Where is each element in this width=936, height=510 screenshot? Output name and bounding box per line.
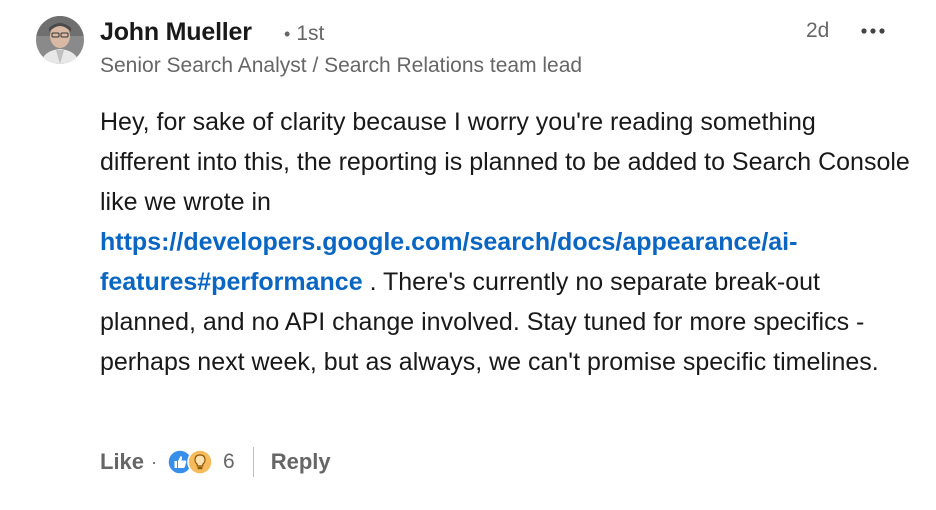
reaction-count[interactable]: 6: [223, 450, 235, 474]
author-avatar[interactable]: [36, 16, 84, 64]
comment-body: Hey, for sake of clarity because I worry…: [100, 102, 910, 382]
comment-text-before-link: Hey, for sake of clarity because I worry…: [100, 108, 910, 216]
comment-timestamp: 2d: [806, 19, 830, 42]
action-separator: ·: [151, 451, 158, 472]
actions-divider: [252, 447, 254, 477]
more-options-button[interactable]: [858, 22, 892, 40]
reply-button[interactable]: Reply: [271, 449, 331, 475]
connection-degree: • 1st: [284, 22, 324, 46]
like-button[interactable]: Like: [100, 449, 144, 475]
author-headline: Senior Search Analyst / Search Relations…: [100, 54, 583, 77]
degree-label: 1st: [296, 22, 325, 45]
lightbulb-icon: [187, 449, 213, 475]
profile-photo: [36, 16, 84, 64]
ellipsis-icon: [861, 28, 885, 34]
comment-actions: Like · 6 Reply: [100, 444, 331, 480]
reactions-summary[interactable]: [167, 449, 213, 475]
author-name[interactable]: John Mueller: [100, 18, 252, 47]
comment-card: John Mueller • 1st Senior Search Analyst …: [0, 0, 936, 510]
degree-separator: •: [284, 24, 291, 44]
